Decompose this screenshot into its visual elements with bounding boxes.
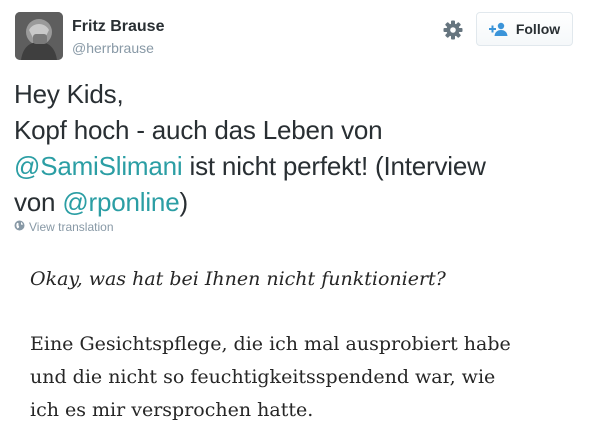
answer-line: ich es mir versprochen hatte. [30, 399, 314, 421]
avatar[interactable] [15, 12, 63, 60]
interview-question: Okay, was hat bei Ihnen nicht funktionie… [30, 268, 446, 290]
tweet-text-segment: Kopf hoch - auch das Leben von [14, 115, 383, 145]
follow-button-label: Follow [515, 21, 561, 37]
tweet-text-segment: von [14, 187, 63, 217]
tweet-line: von @rponline) [14, 184, 579, 220]
view-translation-link[interactable]: View translation [14, 220, 114, 234]
answer-line: und die nicht so feuchtigkeitsspendend w… [30, 366, 496, 388]
attached-photo[interactable]: ​ Okay, was hat bei Ihnen nicht funktion… [0, 238, 592, 433]
tweet-line: Hey Kids, [14, 76, 579, 112]
gear-icon[interactable] [443, 20, 463, 40]
tweet-line: @SamiSlimani ist nicht perfekt! (Intervi… [14, 148, 579, 184]
mention-link-rponline[interactable]: @rponline [62, 187, 179, 217]
tweet-text: Hey Kids, Kopf hoch - auch das Leben von… [14, 76, 579, 220]
follow-person-icon [488, 22, 509, 36]
user-fullname[interactable]: Fritz Brause [72, 18, 164, 36]
view-translation-label: View translation [29, 220, 114, 234]
interview-answer: Eine Gesichtspflege, die ich mal ausprob… [30, 328, 511, 427]
tweet-text-segment: ) [179, 187, 188, 217]
tweet-line: Kopf hoch - auch das Leben von [14, 112, 579, 148]
follow-button[interactable]: Follow [476, 12, 573, 46]
globe-icon [14, 220, 25, 234]
answer-line: Eine Gesichtspflege, die ich mal ausprob… [30, 333, 511, 355]
tweet-text-segment: Hey Kids, [14, 79, 124, 109]
mention-link-samislimani[interactable]: @SamiSlimani [14, 151, 183, 181]
tweet-text-segment: ist nicht perfekt! (Interview [182, 151, 486, 181]
user-username[interactable]: @herrbrause [72, 40, 154, 56]
